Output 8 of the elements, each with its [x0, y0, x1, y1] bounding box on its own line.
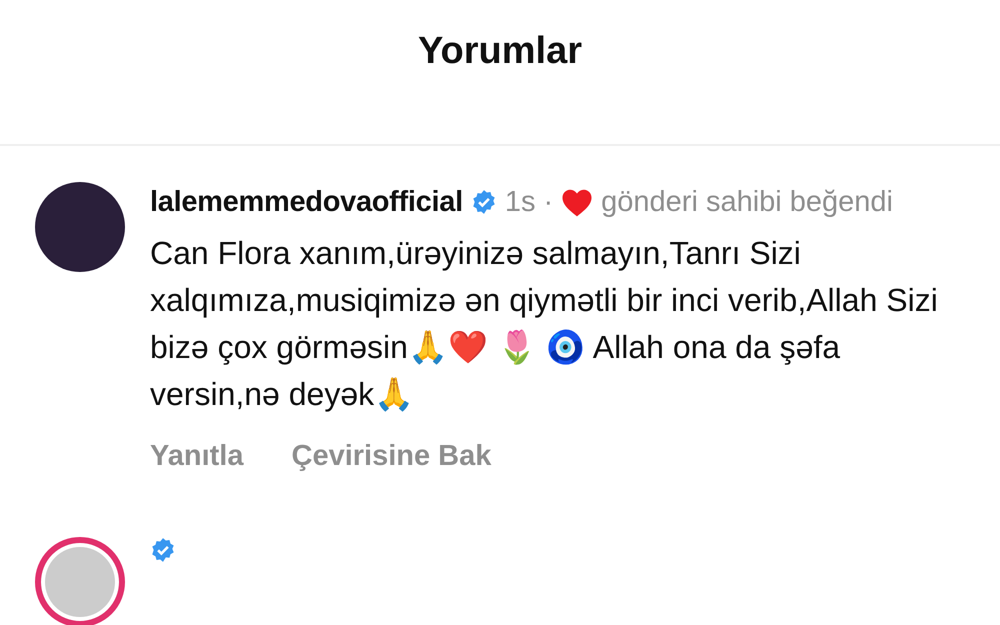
page-title: Yorumlar	[418, 30, 582, 74]
username-link[interactable]: lalememmedovaofficial	[150, 182, 463, 222]
liked-by-author-label: gönderi sahibi beğendi	[601, 185, 893, 220]
comment-action-link[interactable]: Yanıtla	[150, 440, 244, 473]
comment-action-link[interactable]: Çevirisine Bak	[292, 440, 492, 473]
timestamp: 1s	[504, 185, 536, 220]
comment-text: Can Flora xanım,ürəyinizə salmayın,Tanrı Sizi xalqımıza,musiqimizə ən qiymətli bir inci verib,Allah Sizi bizə çox görməsin🙏❤ 🌷 🧿 Allah ona da şəfa versin,nə deyək🙏	[150, 234, 939, 414]
separator-dot: ·	[543, 185, 554, 220]
